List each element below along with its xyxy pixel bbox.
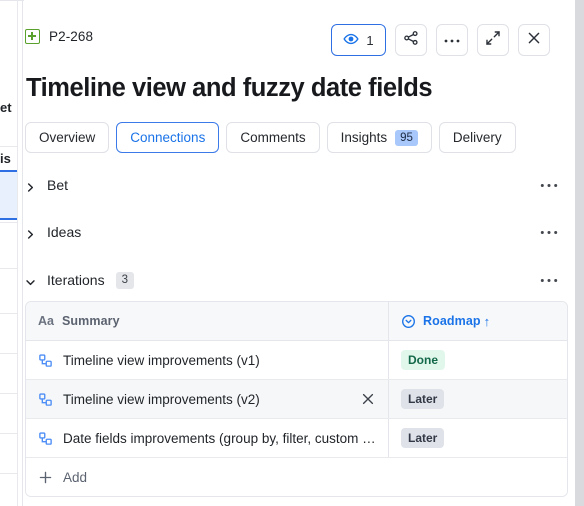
section-bet: Bet — [23, 168, 575, 202]
tab-connections[interactable]: Connections — [116, 122, 219, 153]
tab-comments[interactable]: Comments — [226, 122, 319, 153]
breadcrumb[interactable]: P2-268 — [25, 29, 93, 44]
header-actions: 1 — [331, 24, 550, 56]
tab-label: Insights — [341, 130, 388, 145]
status-badge: Done — [401, 350, 445, 370]
cell-roadmap[interactable]: Later — [389, 380, 567, 418]
cell-summary[interactable]: Timeline view improvements (v2) — [26, 380, 389, 418]
tab-label: Connections — [130, 130, 205, 145]
row-summary-text: Timeline view improvements (v2) — [63, 392, 376, 407]
column-header-label: Summary — [62, 314, 120, 328]
background-app-layer: et is — [0, 0, 24, 506]
expand-button[interactable] — [477, 24, 509, 56]
text-aa-icon: Aa — [38, 314, 54, 328]
section-iterations: Iterations 3 — [23, 263, 575, 297]
sub-item-icon — [38, 353, 53, 368]
share-button[interactable] — [395, 24, 427, 56]
table-header-row: Aa Summary Roadmap ↑ — [26, 302, 567, 341]
cell-roadmap[interactable]: Done — [389, 341, 567, 379]
section-ideas-more-button[interactable] — [540, 215, 558, 249]
tab-badge-count: 95 — [395, 130, 418, 146]
page-title: Timeline view and fuzzy date fields — [26, 73, 546, 105]
expand-diagonal-icon — [485, 30, 501, 51]
background-list-row[interactable] — [0, 222, 17, 268]
tab-label: Comments — [240, 130, 305, 145]
column-header-label: Roadmap — [423, 314, 481, 328]
background-list-row[interactable] — [0, 313, 17, 353]
background-list-row[interactable] — [0, 473, 17, 506]
table-row[interactable]: Date fields improvements (group by, filt… — [26, 419, 567, 458]
background-vertical-rule — [17, 0, 18, 506]
table-row[interactable]: Timeline view improvements (v1) Done — [26, 341, 567, 380]
section-ideas-toggle[interactable]: Ideas — [25, 215, 81, 249]
cell-summary[interactable]: Timeline view improvements (v1) — [26, 341, 389, 379]
status-badge: Later — [401, 389, 444, 409]
chevron-down-icon — [25, 275, 36, 286]
background-list-row[interactable] — [0, 146, 17, 170]
background-list-row[interactable] — [0, 268, 17, 313]
add-row-label: Add — [63, 470, 87, 485]
ellipsis-icon — [540, 183, 558, 188]
background-list-row[interactable] — [0, 353, 17, 393]
cell-roadmap[interactable]: Later — [389, 419, 567, 457]
background-list-row[interactable] — [0, 433, 17, 473]
watchers-count: 1 — [366, 33, 373, 48]
section-ideas: Ideas — [23, 215, 575, 249]
sort-ascending-icon: ↑ — [484, 315, 491, 328]
section-iterations-more-button[interactable] — [540, 263, 558, 297]
ticket-id-label: P2-268 — [49, 29, 93, 44]
panel-header: P2-268 1 — [23, 1, 575, 63]
background-text-fragment-1: et — [0, 100, 12, 115]
plus-icon — [38, 470, 53, 485]
plus-square-icon — [25, 29, 40, 44]
right-gutter-strip — [575, 0, 584, 506]
close-button[interactable] — [518, 24, 550, 56]
tab-label: Delivery — [453, 130, 502, 145]
tab-overview[interactable]: Overview — [25, 122, 109, 153]
watchers-button[interactable]: 1 — [331, 24, 386, 56]
chevron-right-icon — [25, 180, 36, 191]
section-count-badge: 3 — [116, 272, 134, 289]
section-iterations-toggle[interactable]: Iterations 3 — [25, 263, 134, 297]
cell-summary[interactable]: Date fields improvements (group by, filt… — [26, 419, 389, 457]
chevron-right-icon — [25, 227, 36, 238]
ellipsis-icon — [540, 230, 558, 235]
iterations-table: Aa Summary Roadmap ↑ — [25, 301, 568, 497]
share-icon — [403, 30, 419, 51]
tab-insights[interactable]: Insights 95 — [327, 122, 432, 153]
table-row[interactable]: Timeline view improvements (v2) Later — [26, 380, 567, 419]
background-top-rule — [0, 0, 24, 1]
section-label: Iterations — [47, 272, 105, 288]
tab-label: Overview — [39, 130, 95, 145]
chevron-circle-down-icon — [401, 314, 416, 329]
background-list-row-selected[interactable] — [0, 170, 17, 220]
issue-detail-panel: P2-268 1 — [22, 1, 575, 506]
more-options-button[interactable] — [436, 24, 468, 56]
section-label: Bet — [47, 177, 68, 193]
background-list-row[interactable] — [0, 393, 17, 433]
tab-delivery[interactable]: Delivery — [439, 122, 516, 153]
app-screen: et is P2-268 — [0, 0, 584, 506]
add-row-button[interactable]: Add — [26, 458, 567, 496]
tab-bar: Overview Connections Comments Insights 9… — [25, 122, 516, 153]
close-x-icon — [526, 30, 542, 51]
row-summary-text: Timeline view improvements (v1) — [63, 353, 376, 368]
remove-row-button[interactable] — [358, 389, 378, 409]
sub-item-icon — [38, 392, 53, 407]
column-header-summary[interactable]: Aa Summary — [26, 302, 389, 340]
eye-icon — [343, 31, 359, 50]
ellipsis-icon — [540, 278, 558, 283]
status-badge: Later — [401, 428, 444, 448]
section-label: Ideas — [47, 224, 81, 240]
column-header-roadmap[interactable]: Roadmap ↑ — [389, 302, 567, 340]
sub-item-icon — [38, 431, 53, 446]
row-summary-text: Date fields improvements (group by, filt… — [63, 431, 376, 446]
section-bet-toggle[interactable]: Bet — [25, 168, 68, 202]
section-bet-more-button[interactable] — [540, 168, 558, 202]
ellipsis-icon — [443, 31, 461, 49]
